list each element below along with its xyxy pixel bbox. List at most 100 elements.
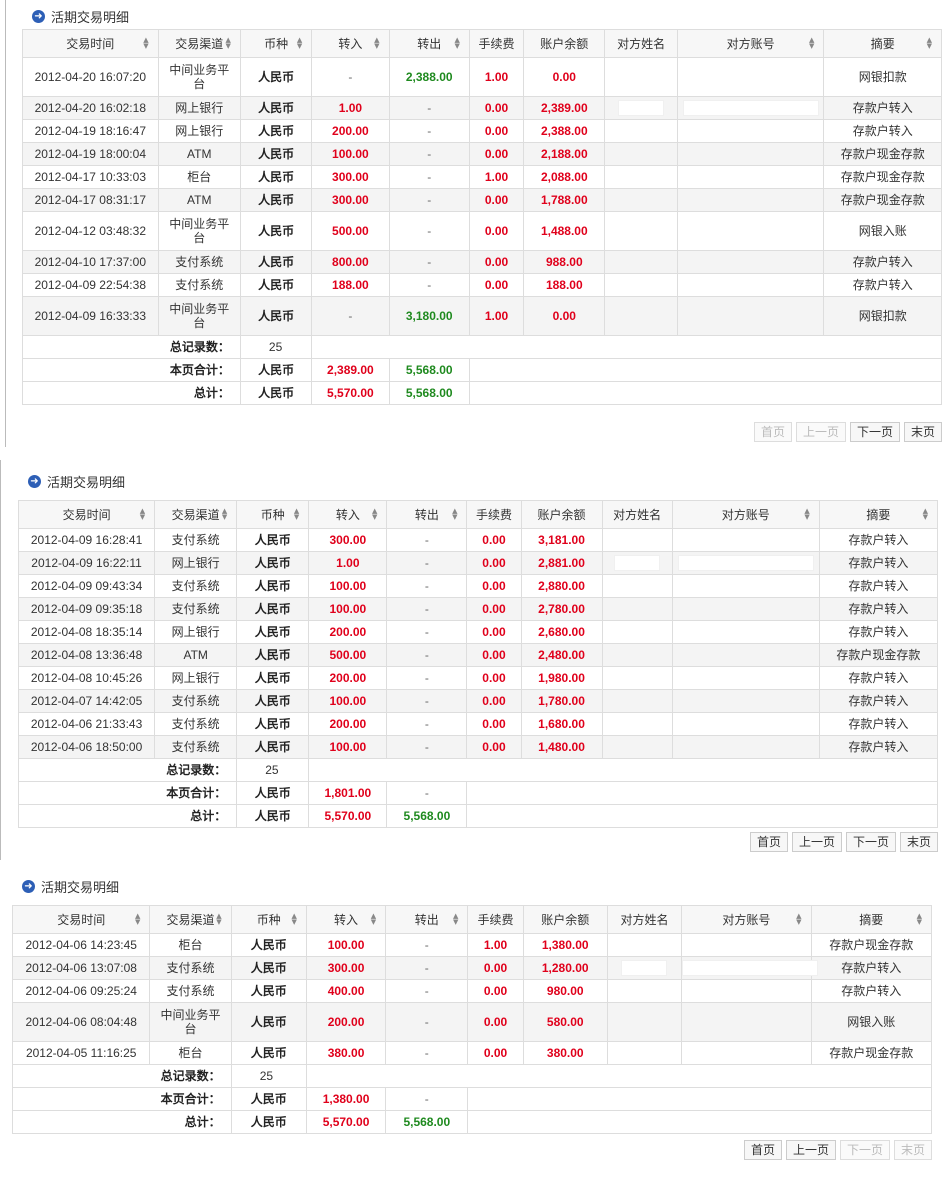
column-header-memo[interactable]: 摘要 ▲ ▼	[818, 500, 939, 529]
sort-icon[interactable]: ▲ ▼	[294, 508, 299, 521]
sort-icon[interactable]: ▲ ▼	[804, 508, 809, 521]
pager-next-button[interactable]: 下一页	[850, 422, 901, 442]
sort-icon[interactable]: ▲ ▼	[135, 913, 140, 926]
cell-trade-time: 2012-04-09 09:43:34	[17, 574, 156, 598]
cell-channel: 支付系统	[154, 528, 238, 552]
cell-currency: 人民币	[239, 250, 313, 274]
column-header-currency[interactable]: 币种 ▲ ▼	[236, 500, 310, 529]
cell-currency: 人民币	[239, 57, 313, 97]
sort-icon[interactable]: ▲ ▼	[927, 37, 932, 50]
cell-balance: 2,780.00	[520, 597, 603, 621]
column-header-trade-time[interactable]: 交易时间 ▲ ▼	[17, 500, 156, 529]
sort-icon[interactable]: ▲ ▼	[216, 913, 221, 926]
column-header-label: 转出	[414, 912, 439, 927]
cell-out: -	[385, 979, 469, 1003]
column-header-in[interactable]: 转入 ▲ ▼	[311, 29, 390, 58]
cell-counterparty-name	[606, 1002, 683, 1042]
column-header-counterparty-account[interactable]: 对方账号 ▲ ▼	[681, 905, 812, 934]
cell-in: 380.00	[305, 1041, 387, 1065]
cell-trade-time: 2012-04-08 10:45:26	[17, 666, 156, 690]
column-header-memo[interactable]: 摘要 ▲ ▼	[823, 29, 942, 58]
cell-counterparty-name	[606, 979, 683, 1003]
sort-icon[interactable]: ▲ ▼	[923, 508, 928, 521]
cell-out: -	[386, 597, 468, 621]
column-header-out[interactable]: 转出 ▲ ▼	[388, 29, 470, 58]
cell-balance: 2,188.00	[523, 142, 606, 166]
cell-trade-time: 2012-04-09 22:54:38	[22, 273, 159, 297]
column-header-in[interactable]: 转入 ▲ ▼	[305, 905, 387, 934]
sort-icon[interactable]: ▲ ▼	[809, 37, 814, 50]
sort-icon[interactable]: ▲ ▼	[143, 37, 148, 50]
table-row: 2012-04-19 18:00:04 ATM 人民币 100.00-0.00 2,18…	[22, 142, 942, 166]
pager-first-button[interactable]: 首页	[750, 832, 789, 852]
cell-counterparty-name	[604, 296, 678, 336]
pager-last-button[interactable]: 末页	[900, 832, 939, 852]
cell-channel: 中间业务平台	[149, 1002, 232, 1042]
summary-out: -	[386, 781, 468, 805]
sort-icon[interactable]: ▲ ▼	[140, 508, 145, 521]
sort-icon[interactable]: ▲ ▼	[371, 913, 376, 926]
cell-in: 200.00	[311, 119, 390, 143]
cell-channel: 网上银行	[154, 620, 238, 644]
column-header-label: 交易时间	[57, 912, 106, 927]
column-header-in[interactable]: 转入 ▲ ▼	[308, 500, 388, 529]
pager-prev-button[interactable]: 上一页	[792, 832, 843, 852]
column-header-memo[interactable]: 摘要 ▲ ▼	[810, 905, 933, 934]
sort-icon[interactable]: ▲ ▼	[453, 913, 458, 926]
column-header-label: 转入	[335, 507, 360, 522]
column-header-channel[interactable]: 交易渠道 ▲ ▼	[154, 500, 238, 529]
cell-fee: 1.00	[468, 296, 525, 336]
cell-memo: 存款户转入	[818, 735, 939, 759]
cell-counterparty-name	[601, 528, 673, 552]
sort-icon[interactable]: ▲ ▼	[452, 508, 457, 521]
column-header-channel[interactable]: 交易渠道 ▲ ▼	[149, 905, 232, 934]
cell-channel: 网上银行	[157, 96, 241, 120]
cell-in: 200.00	[305, 1002, 387, 1042]
column-header-counterparty-name: 对方姓名	[606, 905, 683, 934]
sort-icon[interactable]: ▲ ▼	[222, 508, 227, 521]
column-header-trade-time[interactable]: 交易时间 ▲ ▼	[11, 905, 151, 934]
cell-fee: 0.00	[466, 712, 522, 736]
column-header-channel[interactable]: 交易渠道 ▲ ▼	[157, 29, 241, 58]
column-header-trade-time[interactable]: 交易时间 ▲ ▼	[22, 29, 159, 58]
cell-fee: 0.00	[468, 250, 525, 274]
pager-last-button[interactable]: 末页	[904, 422, 943, 442]
table-wrap: 交易时间 ▲ ▼ 交易渠道 ▲ ▼ 币种 ▲ ▼ 转入 ▲ ▼ 转出 ▲ ▼ 手续费 账户余额 对方姓名 对方账号 ▲…	[22, 29, 943, 405]
pager-next-button[interactable]: 下一页	[846, 832, 897, 852]
column-header-counterparty-account[interactable]: 对方账号 ▲ ▼	[671, 500, 820, 529]
table-row: 2012-04-06 21:33:43 支付系统 人民币 200.00-0.00 1,6…	[17, 712, 939, 736]
column-header-counterparty-account[interactable]: 对方账号 ▲ ▼	[676, 29, 825, 58]
pager-first-button[interactable]: 首页	[744, 1140, 783, 1160]
sort-icon[interactable]: ▲ ▼	[917, 913, 922, 926]
summary-count-value: 25	[230, 1064, 307, 1088]
section-header: ➜ 活期交易明细	[28, 471, 938, 491]
column-header-out[interactable]: 转出 ▲ ▼	[386, 500, 468, 529]
column-header-label: 转入	[334, 912, 359, 927]
sort-icon[interactable]: ▲ ▼	[226, 37, 231, 50]
channel-text: 中间业务平台	[169, 63, 230, 91]
summary-out: -	[385, 1087, 469, 1111]
sort-icon[interactable]: ▲ ▼	[292, 913, 297, 926]
pager-prev-button[interactable]: 上一页	[786, 1140, 837, 1160]
transaction-panel-1: ➜ 活期交易明细 交易时间 ▲ ▼ 交易渠道 ▲ ▼ 币种 ▲ ▼ 转入 ▲ ▼ 转出 ▲ ▼ 手续费 账户余额…	[22, 6, 943, 405]
cell-in: 100.00	[305, 933, 387, 957]
sort-icon[interactable]: ▲ ▼	[297, 37, 302, 50]
column-header-currency[interactable]: 币种 ▲ ▼	[239, 29, 313, 58]
sort-icon[interactable]: ▲ ▼	[374, 37, 379, 50]
cell-counterparty-name	[601, 712, 673, 736]
summary-currency: 人民币	[239, 381, 313, 405]
sort-icon[interactable]: ▲ ▼	[372, 508, 377, 521]
table-row: 2012-04-20 16:07:20 中间业务平台 人民币 -2,388.00 1.0…	[22, 57, 942, 97]
column-header-currency[interactable]: 币种 ▲ ▼	[230, 905, 307, 934]
cell-counterparty-name	[606, 1041, 683, 1065]
column-header-out[interactable]: 转出 ▲ ▼	[385, 905, 469, 934]
cell-currency: 人民币	[236, 643, 310, 667]
cell-in: 300.00	[311, 165, 390, 189]
sort-icon[interactable]: ▲ ▼	[796, 913, 801, 926]
cell-trade-time: 2012-04-19 18:16:47	[22, 119, 159, 143]
cell-trade-time: 2012-04-05 11:16:25	[11, 1041, 151, 1065]
cell-memo: 网银扣款	[823, 296, 942, 336]
sort-icon[interactable]: ▲ ▼	[455, 37, 460, 50]
cell-channel: 支付系统	[154, 574, 238, 598]
cell-out: -	[388, 119, 470, 143]
